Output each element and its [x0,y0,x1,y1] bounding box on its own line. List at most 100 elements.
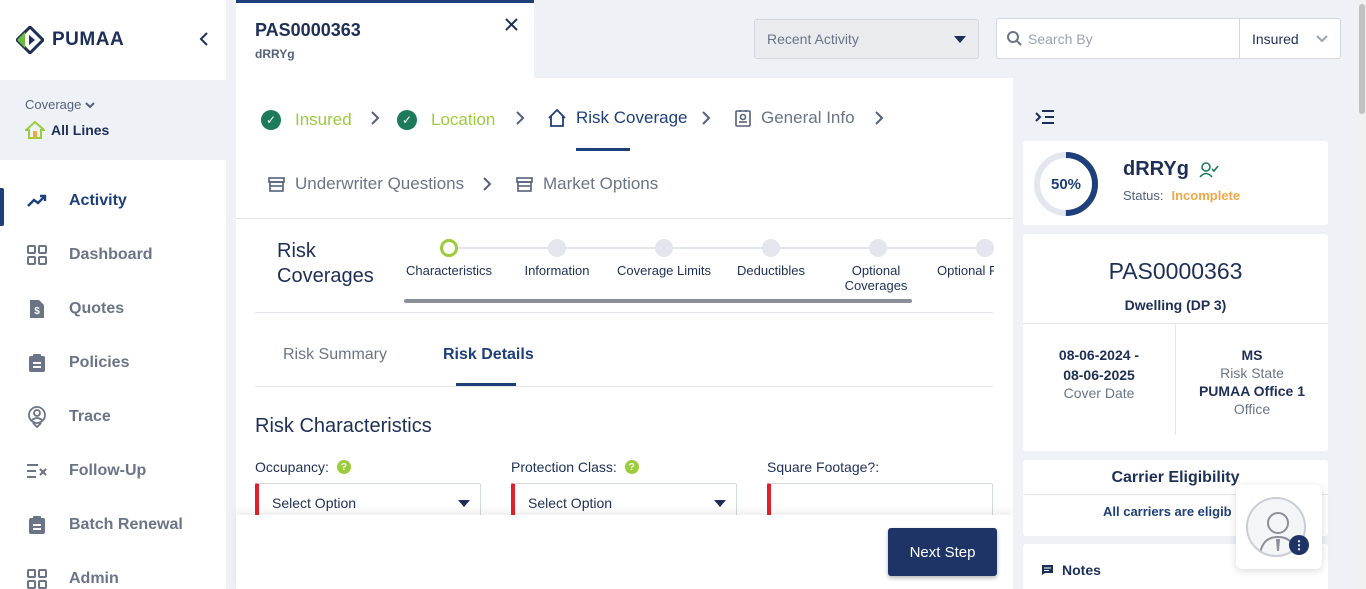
select-value: Select Option [272,495,357,511]
progress-label[interactable]: Optional Pa [937,263,994,278]
scrollbar-thumb[interactable] [1359,4,1365,114]
trend-icon [26,190,48,212]
progress-label[interactable]: Characteristics [404,263,504,278]
recent-activity-label: Recent Activity [767,31,859,47]
title-line: Coverages [277,265,374,287]
sidebar-item-label: Activity [69,192,127,209]
coverage-label: Coverage [25,97,226,112]
step-location[interactable]: ✓ Location [397,110,495,130]
clipboard-icon [26,352,48,374]
sidebar-item-activity[interactable]: Activity [0,174,226,228]
step-underwriter-questions[interactable]: Underwriter Questions [268,174,464,194]
section-title: Risk Characteristics [255,415,432,437]
notes-title[interactable]: Notes [1041,562,1101,578]
assistant-widget[interactable]: ⋮ [1236,485,1322,569]
divider [255,312,993,313]
completion-percent: 50% [1050,175,1082,193]
caret-down-icon [458,499,470,507]
insured-summary-card: 50% dRRYg Status: Incomplete [1023,141,1328,225]
step-insured[interactable]: ✓ Insured [261,110,352,130]
protection-class-label: Protection Class: ? [511,459,639,475]
recent-activity-dropdown[interactable]: Recent Activity [754,19,979,59]
search-type-value: Insured [1252,30,1299,47]
tab-title: PAS0000363 [255,20,361,40]
step-market-options[interactable]: Market Options [516,174,658,194]
progress-label[interactable]: Coverage Limits [609,263,719,278]
step-label: General Info [761,108,855,127]
tab-risk-summary[interactable]: Risk Summary [283,346,387,364]
risk-state-label: Risk State [1220,365,1284,381]
close-icon[interactable] [505,15,518,36]
progress-track [449,247,994,249]
sidebar-item-label: Quotes [69,300,125,317]
coverage-label-text: Coverage [25,97,82,112]
search-type-select[interactable]: Insured [1240,31,1340,47]
progress-dot-deductibles[interactable] [762,239,780,257]
progress-dot-coverage-limits[interactable] [655,239,673,257]
user-check-icon[interactable] [1199,161,1219,178]
sidebar-item-admin[interactable]: Admin [0,552,226,589]
field-label-text: Protection Class: [511,459,617,475]
cover-date-start: 08-06-2024 - [1058,347,1140,363]
help-icon[interactable]: ? [336,460,351,474]
progress-dot-information[interactable] [548,239,566,257]
carrier-eligibility-message: All carriers are eligib [1103,504,1232,519]
sidebar-item-label: Admin [69,570,119,587]
chevron-down-icon [85,101,96,108]
panel-toggle-icon[interactable] [1035,110,1055,129]
dollar-doc-icon: $ [26,298,48,320]
step-risk-coverage[interactable]: Risk Coverage [548,108,688,128]
policy-tab[interactable]: PAS0000363 dRRYg [236,0,534,78]
sidebar-item-dashboard[interactable]: Dashboard [0,228,226,282]
occupancy-label: Occupancy: ? [255,459,351,475]
sidebar-item-quotes[interactable]: $ Quotes [0,282,226,336]
progress-label[interactable]: Information [502,263,612,278]
step-general-info[interactable]: General Info [735,108,855,128]
sidebar-item-follow-up[interactable]: Follow-Up [0,444,226,498]
risk-state: MS Risk State PUMAA Office 1 Office [1176,346,1328,418]
completion-ring: 50% [1033,151,1099,217]
pumaa-logo-icon [14,24,46,56]
insured-name: dRRYg [1123,158,1219,181]
clipboard-icon [26,514,48,536]
sidebar-item-trace[interactable]: Trace [0,390,226,444]
store-icon [516,176,533,192]
store-icon [268,176,285,192]
divider [255,386,993,387]
progress-label[interactable]: Optional Coverages [833,263,919,293]
policy-type: Dwelling (DP 3) [1124,297,1227,313]
chevron-down-icon [1316,34,1328,42]
sidebar-item-batch-renewal[interactable]: Batch Renewal [0,498,226,552]
search-input[interactable] [1028,30,1228,47]
progress-dot-characteristics[interactable] [440,239,458,257]
sidebar-item-label: Dashboard [69,246,153,263]
help-icon[interactable]: ? [624,460,639,474]
location-user-icon [26,406,48,428]
office-label: Office [1233,401,1271,417]
more-options-icon[interactable]: ⋮ [1289,535,1309,555]
progress-label[interactable]: Deductibles [716,263,826,278]
coverage-selector[interactable]: Coverage All Lines [0,80,226,160]
progress-dot-optional-coverages[interactable] [869,239,887,257]
page-scrollbar[interactable] [1358,0,1366,589]
progress-dot-optional-pa[interactable] [976,239,994,257]
title-line: Risk [277,240,316,262]
sidebar-item-policies[interactable]: Policies [0,336,226,390]
risk-coverages-title: Risk Coverages [277,239,374,289]
progress-scrollbar[interactable] [404,299,912,303]
step-label: Location [431,110,496,129]
notes-title-text: Notes [1062,562,1101,578]
square-footage-label: Square Footage?: [767,459,879,475]
next-step-button[interactable]: Next Step [888,528,997,576]
house-dollar-icon [25,121,45,139]
policy-card: PAS0000363 Dwelling (DP 3) 08-06-2024 - … [1023,234,1328,451]
id-card-icon [735,109,751,127]
home-icon [548,109,566,127]
status-label: Status: [1123,188,1164,203]
tab-risk-details[interactable]: Risk Details [443,346,534,364]
collapse-sidebar-icon[interactable] [198,30,210,51]
divider [236,218,1013,219]
sidebar-item-label: Policies [69,354,130,371]
grid-icon [26,244,48,266]
cover-date-end: 08-06-2025 [1063,367,1135,383]
